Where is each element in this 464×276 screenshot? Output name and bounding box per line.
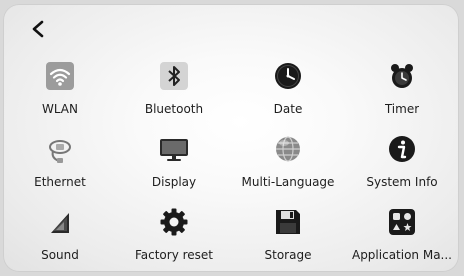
floppy-disk-icon [272, 206, 304, 238]
system-info-tile[interactable]: System Info [345, 129, 459, 202]
tile-label: WLAN [41, 102, 78, 116]
globe-icon [272, 133, 304, 165]
storage-tile[interactable]: Storage [231, 202, 345, 272]
tile-label: System Info [366, 175, 438, 189]
settings-panel: WLAN Bluetooth Date Timer Ethernet Displ… [3, 4, 459, 272]
factory-reset-tile[interactable]: Factory reset [117, 202, 231, 272]
bluetooth-icon [158, 60, 190, 92]
monitor-icon [158, 133, 190, 165]
ethernet-tile[interactable]: Ethernet [3, 129, 117, 202]
date-tile[interactable]: Date [231, 56, 345, 129]
bluetooth-tile[interactable]: Bluetooth [117, 56, 231, 129]
settings-grid: WLAN Bluetooth Date Timer Ethernet Displ… [3, 56, 459, 272]
ethernet-cable-icon [44, 133, 76, 165]
sound-tile[interactable]: Sound [3, 202, 117, 272]
speaker-icon [44, 206, 76, 238]
tile-label: Ethernet [34, 175, 86, 189]
back-button[interactable] [25, 16, 51, 42]
tile-label: Application Ma... [351, 248, 452, 262]
app-manager-icon [386, 206, 418, 238]
tile-label: Multi-Language [241, 175, 335, 189]
chevron-left-icon [32, 20, 44, 38]
timer-tile[interactable]: Timer [345, 56, 459, 129]
wifi-icon [44, 60, 76, 92]
multi-language-tile[interactable]: Multi-Language [231, 129, 345, 202]
tile-label: Date [273, 102, 303, 116]
wlan-tile[interactable]: WLAN [3, 56, 117, 129]
application-manager-tile[interactable]: Application Ma... [345, 202, 459, 272]
tile-label: Sound [41, 248, 79, 262]
gear-icon [158, 206, 190, 238]
clock-icon [272, 60, 304, 92]
tile-label: Display [151, 175, 197, 189]
info-icon [386, 133, 418, 165]
display-tile[interactable]: Display [117, 129, 231, 202]
tile-label: Timer [384, 102, 420, 116]
tile-label: Bluetooth [144, 102, 204, 116]
tile-label: Storage [264, 248, 312, 262]
alarm-clock-icon [386, 60, 418, 92]
tile-label: Factory reset [134, 248, 214, 262]
